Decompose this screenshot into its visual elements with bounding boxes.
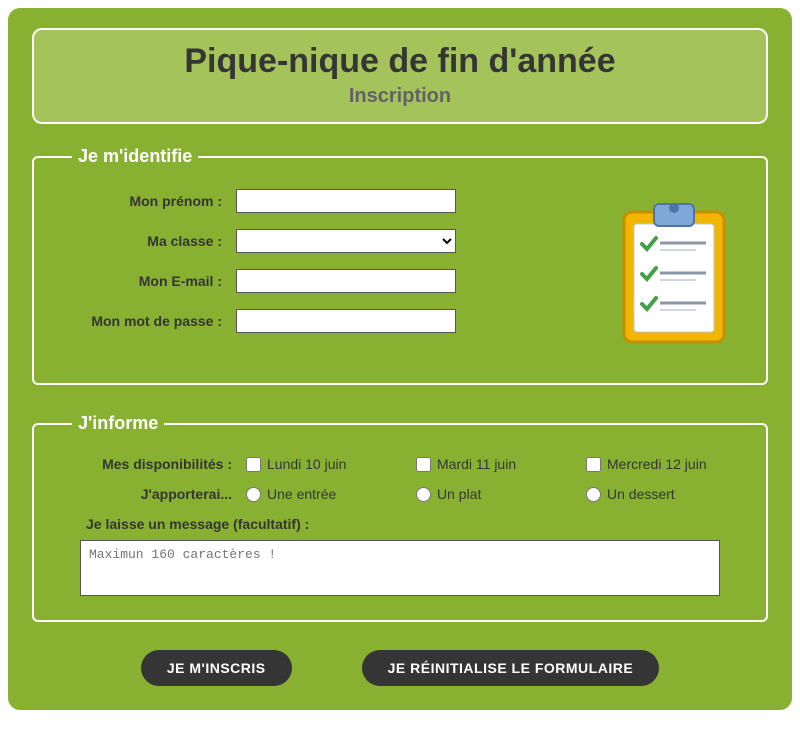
checkbox-mercredi-input[interactable] [586,457,601,472]
page-title: Pique-nique de fin d'année [34,42,766,81]
radio-dessert[interactable]: Un dessert [586,486,726,502]
radio-plat[interactable]: Un plat [416,486,556,502]
reset-button[interactable]: JE RÉINITIALISE LE FORMULAIRE [362,650,660,686]
radio-entree-input[interactable] [246,487,261,502]
checkbox-lundi-label: Lundi 10 juin [267,456,346,472]
button-row: JE M'INSCRIS JE RÉINITIALISE LE FORMULAI… [32,650,768,686]
input-password[interactable] [236,309,456,333]
select-classe[interactable] [236,229,456,253]
input-prenom[interactable] [236,189,456,213]
title-box: Pique-nique de fin d'année Inscription [32,28,768,124]
fieldset-identify: Je m'identifie Mon prénom : Ma classe : … [32,146,768,385]
label-apport: J'apporterai... [56,486,246,502]
label-classe: Ma classe : [56,233,236,249]
input-email[interactable] [236,269,456,293]
label-message: Je laisse un message (facultatif) : [86,516,744,532]
checkbox-mercredi[interactable]: Mercredi 12 juin [586,456,726,472]
legend-identify: Je m'identifie [72,146,198,167]
checkbox-mercredi-label: Mercredi 12 juin [607,456,707,472]
label-email: Mon E-mail : [56,273,236,289]
radio-entree[interactable]: Une entrée [246,486,386,502]
page-subtitle: Inscription [34,85,766,108]
radio-plat-label: Un plat [437,486,481,502]
checkbox-mardi-label: Mardi 11 juin [437,456,516,472]
legend-inform: J'informe [72,413,164,434]
textarea-message[interactable] [80,540,720,596]
label-dispo: Mes disponibilités : [56,456,246,472]
checkbox-mardi[interactable]: Mardi 11 juin [416,456,556,472]
label-prenom: Mon prénom : [56,193,236,209]
form-page: Pique-nique de fin d'année Inscription J… [8,8,792,710]
checkbox-lundi-input[interactable] [246,457,261,472]
radio-dessert-label: Un dessert [607,486,675,502]
radio-entree-label: Une entrée [267,486,336,502]
clipboard-icon [604,189,744,359]
fieldset-inform: J'informe Mes disponibilités : Lundi 10 … [32,413,768,622]
radio-dessert-input[interactable] [586,487,601,502]
checkbox-mardi-input[interactable] [416,457,431,472]
radio-plat-input[interactable] [416,487,431,502]
submit-button[interactable]: JE M'INSCRIS [141,650,292,686]
label-password: Mon mot de passe : [56,313,236,329]
checkbox-lundi[interactable]: Lundi 10 juin [246,456,386,472]
